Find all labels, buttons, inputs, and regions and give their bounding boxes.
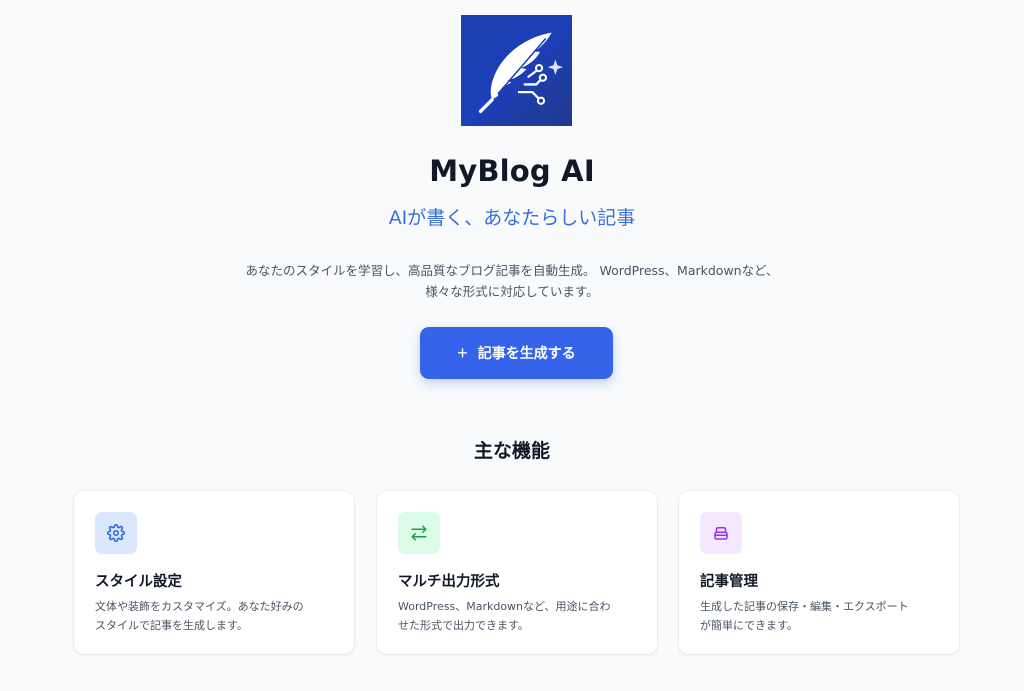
landing-page: MyBlog AI AIが書く、あなたらしい記事 あなたのスタイルを学習し、高品…: [0, 0, 1024, 691]
feature-card-multi-output: マルチ出力形式 WordPress、Markdownなど、用途に合わ せた形式で…: [377, 491, 657, 654]
feature-icon-box: [95, 512, 137, 554]
feature-description-line: せた形式で出力できます。: [398, 619, 529, 632]
app-title: MyBlog AI: [429, 154, 595, 188]
gear-icon: [107, 524, 125, 542]
app-description: あなたのスタイルを学習し、高品質なブログ記事を自動生成。 WordPress、M…: [200, 260, 824, 302]
generate-article-label: 記事を生成する: [477, 345, 576, 361]
feature-description: WordPress、Markdownなど、用途に合わ せた形式で出力できます。: [398, 597, 641, 635]
feature-title: スタイル設定: [95, 574, 182, 590]
description-line: あなたのスタイルを学習し、高品質なブログ記事を自動生成。 WordPress、M…: [245, 263, 779, 278]
feature-description-line: 文体や装飾をカスタマイズ。あなた好みの: [95, 600, 304, 613]
swap-arrows-icon: [411, 525, 427, 541]
feature-title: 記事管理: [700, 574, 758, 590]
feature-description: 生成した記事の保存・編集・エクスポート が簡単にできます。: [700, 597, 943, 635]
quill-circuit-icon: [478, 32, 563, 113]
description-line: 様々な形式に対応しています。: [425, 284, 599, 299]
feature-card-article-management: 記事管理 生成した記事の保存・編集・エクスポート が簡単にできます。: [679, 491, 959, 654]
feature-description-line: スタイルで記事を生成します。: [95, 619, 248, 632]
plus-icon: +: [457, 343, 468, 363]
archive-icon: [714, 527, 728, 540]
feature-icon-box: [700, 512, 742, 554]
features-title: 主な機能: [473, 440, 550, 462]
feature-card-style-settings: スタイル設定 文体や装飾をカスタマイズ。あなた好みの スタイルで記事を生成します…: [74, 491, 354, 654]
app-logo: [461, 15, 572, 126]
feature-icon-box: [398, 512, 440, 554]
feature-description-line: WordPress、Markdownなど、用途に合わ: [398, 600, 611, 613]
generate-article-button[interactable]: + 記事を生成する: [420, 327, 613, 379]
feature-description-line: 生成した記事の保存・編集・エクスポート: [700, 600, 909, 613]
tagline: AIが書く、あなたらしい記事: [388, 207, 636, 229]
feature-title: マルチ出力形式: [398, 574, 500, 590]
feature-description-line: が簡単にできます。: [700, 619, 798, 632]
feature-description: 文体や装飾をカスタマイズ。あなた好みの スタイルで記事を生成します。: [95, 597, 338, 635]
